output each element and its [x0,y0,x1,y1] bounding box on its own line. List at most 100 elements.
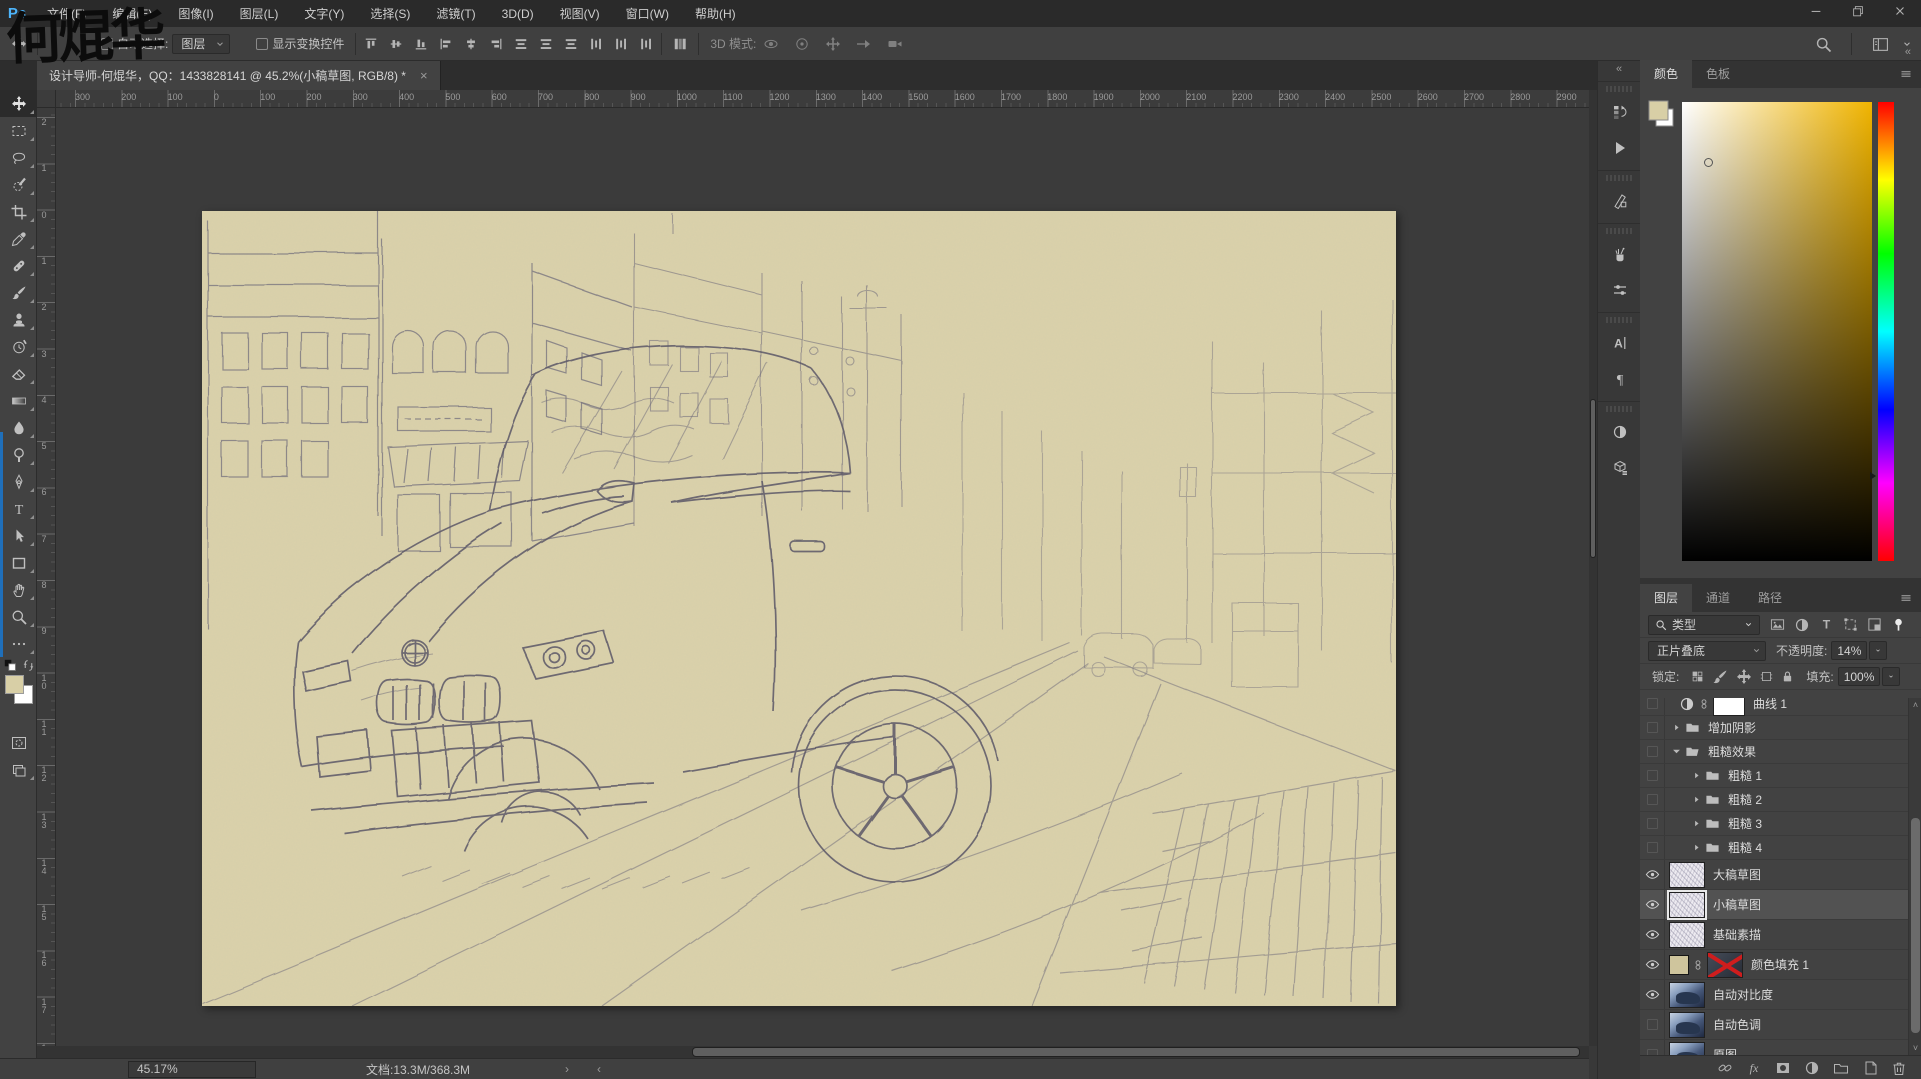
layer-row[interactable]: 曲线 1 [1640,698,1921,716]
show-transform-checkbox[interactable] [256,38,268,50]
pen-tool[interactable] [0,468,37,495]
status-menu-chevron[interactable]: › [565,1062,569,1076]
layer-thumbnail[interactable] [1669,1012,1705,1038]
panel-divider-chevron[interactable]: ‹ [597,1062,601,1076]
saturation-brightness-picker[interactable] [1682,102,1872,561]
picker-foreground-swatch[interactable] [1648,100,1676,130]
layer-row[interactable]: 粗糙效果 [1640,740,1921,764]
filter-pin-icon[interactable] [1891,617,1906,632]
vertical-ruler[interactable]: 210123456789101112131415161718 [37,108,56,1046]
rectangular-marquee-tool[interactable] [0,117,37,144]
filter-smart-objects-icon[interactable] [1867,617,1882,632]
hue-slider[interactable] [1878,102,1894,561]
path-selection-tool[interactable] [0,522,37,549]
hue-slider-marker[interactable] [1870,472,1876,480]
lasso-tool[interactable] [0,144,37,171]
visibility-empty-box[interactable] [1640,1010,1665,1039]
default-colors-icon[interactable] [4,659,17,672]
horizontal-type-tool[interactable]: T [0,495,37,522]
chevron-right-icon[interactable] [1689,818,1703,829]
layer-thumbnail[interactable] [1669,862,1705,888]
distribute-top-edges-icon[interactable] [513,33,529,55]
tab-paths[interactable]: 路径 [1744,584,1796,612]
lock-artboard-icon[interactable] [1760,670,1773,683]
chevron-right-icon[interactable] [1689,842,1703,853]
visibility-eye-icon[interactable] [1640,860,1665,889]
lock-pixels-icon[interactable] [1712,669,1728,685]
menu-s[interactable]: 选择(S) [357,0,423,27]
blur-tool[interactable] [0,414,37,441]
chevron-down-icon[interactable] [1669,746,1683,757]
align-horizontal-centers-icon[interactable] [463,33,479,55]
layer-name[interactable]: 小稿草图 [1713,896,1761,913]
edit-toolbar-button[interactable] [0,630,37,657]
collapse-panels-icon[interactable]: « [1905,46,1911,58]
color-picker-marker[interactable] [1704,158,1713,167]
tab-swatches[interactable]: 色板 [1692,60,1744,88]
scrollbar-thumb[interactable] [1911,818,1920,1033]
distribute-vertical-centers-icon[interactable] [538,33,554,55]
paragraph-panel-icon[interactable]: ¶ [1598,361,1641,397]
distribute-right-edges-icon[interactable] [638,33,654,55]
layer-name[interactable]: 自动对比度 [1713,986,1773,1003]
menu-w[interactable]: 窗口(W) [613,0,682,27]
layer-thumbnail[interactable] [1669,1042,1705,1056]
mask-link-icon[interactable] [1698,698,1710,710]
layer-name[interactable]: 粗糙 4 [1728,839,1762,856]
layer-name[interactable]: 原图 [1713,1046,1737,1055]
align-top-edges-icon[interactable] [363,33,379,55]
panel-menu-icon[interactable] [1899,68,1913,80]
menu-h[interactable]: 帮助(H) [682,0,749,27]
close-button[interactable] [1879,0,1921,22]
menu-i[interactable]: 图像(I) [165,0,226,27]
layer-row[interactable]: 大稿草图 [1640,860,1921,890]
distribute-horizontal-centers-icon[interactable] [613,33,629,55]
character-panel-icon[interactable]: A [1598,325,1641,361]
workspace-selector[interactable] [1869,33,1891,55]
hand-tool[interactable] [0,576,37,603]
canvas-horizontal-scrollbar[interactable] [37,1046,1589,1058]
scroll-down-icon[interactable]: ˅ [1909,1043,1921,1053]
visibility-empty-box[interactable] [1640,1040,1665,1055]
layer-name[interactable]: 粗糙 3 [1728,815,1762,832]
visibility-empty-box[interactable] [1640,764,1665,787]
visibility-eye-icon[interactable] [1640,980,1665,1009]
layer-name[interactable]: 自动色调 [1713,1016,1761,1033]
menu-v[interactable]: 视图(V) [547,0,613,27]
ruler-origin-corner[interactable] [37,90,56,108]
link-layers-icon[interactable] [1717,1060,1733,1076]
align-vertical-centers-icon[interactable] [388,33,404,55]
distribute-spacing-icon[interactable] [669,33,691,55]
brushes-panel-icon[interactable] [1598,236,1641,272]
menu-l[interactable]: 图层(L) [227,0,292,27]
layer-name[interactable]: 颜色填充 1 [1751,956,1809,973]
restore-button[interactable] [1837,0,1879,22]
layer-name[interactable]: 大稿草图 [1713,866,1761,883]
canvas-artboard[interactable] [202,211,1396,1006]
3d-rotate-icon[interactable] [760,33,782,55]
new-layer-icon[interactable] [1862,1060,1878,1076]
fill-layer-swatch[interactable] [1669,955,1689,975]
menu-dd[interactable]: 3D(D) [489,0,547,27]
chevron-right-icon[interactable] [1689,794,1703,805]
clone-stamp-tool[interactable] [0,306,37,333]
panel-menu-icon[interactable] [1899,592,1913,604]
foreground-color-swatch[interactable] [5,675,24,694]
layer-mask-thumbnail[interactable] [1713,698,1745,716]
layer-row[interactable]: 原图 [1640,1040,1921,1055]
3d-slide-icon[interactable] [853,33,875,55]
layer-row[interactable]: 粗糙 2 [1640,788,1921,812]
align-bottom-edges-icon[interactable] [413,33,429,55]
layers-scrollbar[interactable]: ˄ ˅ [1908,698,1921,1055]
layer-row[interactable]: 增加阴影 [1640,716,1921,740]
filter-shape-layers-icon[interactable] [1843,617,1858,632]
filter-adjustment-layers-icon[interactable] [1794,617,1810,633]
auto-select-checkbox[interactable] [101,38,113,50]
layer-name[interactable]: 曲线 1 [1753,698,1787,712]
disabled-mask-thumbnail[interactable] [1707,952,1743,978]
visibility-empty-box[interactable] [1640,836,1665,859]
visibility-empty-box[interactable] [1640,740,1665,763]
opacity-chevron[interactable] [1869,641,1887,660]
horizontal-ruler[interactable]: 3002001000100200300400500600700800900100… [56,90,1589,108]
tab-color[interactable]: 颜色 [1640,60,1692,88]
